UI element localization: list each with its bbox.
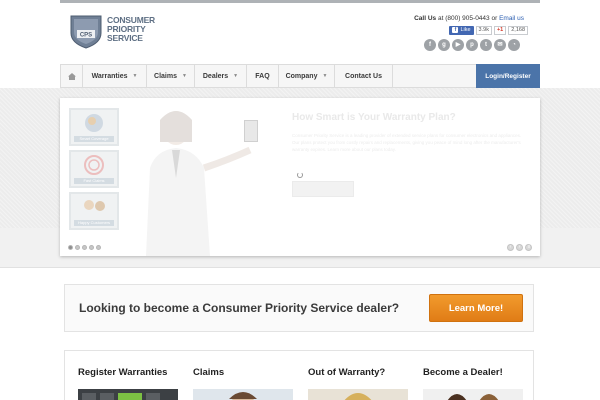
nav-label-contact-us: Contact Us [345, 72, 382, 80]
next-arrow-icon[interactable]: › [516, 244, 523, 251]
rss-icon[interactable]: ◔ [508, 39, 520, 51]
facebook-like-button[interactable]: f Like [449, 25, 474, 35]
globe-icon [85, 114, 103, 132]
chevron-down-icon: ▼ [132, 73, 138, 79]
nav-label-company: Company [285, 72, 318, 80]
email-icon[interactable]: ✉ [494, 39, 506, 51]
slider-thumbnail-1[interactable]: Smart Coverage [69, 108, 119, 146]
dealers-image [423, 389, 523, 400]
woman-presenting-image [146, 111, 252, 256]
google-plus-count: 2,168 [508, 25, 528, 35]
call-at-text: at [437, 15, 444, 22]
contact-info: Call Us at (800) 905-0443 or Email us [414, 15, 524, 22]
youtube-icon[interactable]: ▶ [452, 39, 464, 51]
site-header: CPS Consumer Priority Service Call Us at… [60, 3, 540, 63]
shield-logo-icon: CPS [70, 15, 102, 49]
slider-arrows: ‹ › ॥ [507, 244, 532, 251]
facebook-like-label: Like [460, 26, 471, 33]
thumbnail-caption-3: Happy Customers [74, 220, 114, 226]
facebook-icon[interactable]: f [424, 39, 436, 51]
nav-home-button[interactable] [61, 65, 83, 87]
slider-dot-2[interactable] [75, 245, 80, 250]
nav-item-contact-us[interactable]: Contact Us [335, 65, 393, 87]
facebook-like-count: 3.9k [475, 25, 492, 35]
slider-pagination [68, 245, 101, 250]
slide-body-text: Consumer Priority Service is a leading p… [292, 133, 522, 152]
nav-label-faq: FAQ [255, 72, 270, 80]
twitter-icon[interactable]: t [480, 39, 492, 51]
thumbnail-caption-2: Fast Claims [74, 178, 114, 184]
dealer-cta-text: Looking to become a Consumer Priority Se… [79, 301, 400, 315]
social-icons: f g ▶ p t ✉ ◔ [424, 39, 520, 51]
phone-number[interactable]: (800) 905-0443 [445, 15, 489, 22]
slider-dot-1[interactable] [68, 245, 73, 250]
product-device-image [244, 120, 258, 142]
chevron-down-icon: ▼ [233, 73, 239, 79]
nav-item-faq[interactable]: FAQ [247, 65, 279, 87]
previous-arrow-icon[interactable]: ‹ [507, 244, 514, 251]
main-navigation: Warranties ▼ Claims ▼ Dealers ▼ FAQ Company… [60, 64, 540, 88]
support-agent-image [193, 389, 293, 400]
slider-thumbnail-2[interactable]: Fast Claims [69, 150, 119, 188]
pause-icon[interactable]: ॥ [525, 244, 532, 251]
social-share-row: f Like 3.9k +1 2,168 [449, 25, 528, 35]
keyboard-image [78, 389, 178, 400]
thumbnail-caption-1: Smart Coverage [74, 136, 114, 142]
nav-label-dealers: Dealers [202, 72, 229, 80]
google-plus-one-button[interactable]: +1 [493, 25, 507, 35]
or-text: or [491, 15, 498, 22]
feature-title-claims[interactable]: Claims [193, 367, 224, 378]
nav-item-warranties[interactable]: Warranties ▼ [83, 65, 147, 87]
home-icon [67, 72, 76, 80]
hero-slider: Smart Coverage Fast Claims Happy Custome… [60, 98, 540, 256]
nav-item-company[interactable]: Company ▼ [279, 65, 335, 87]
woman-portrait-image [308, 389, 408, 400]
feature-title-out-of-warranty[interactable]: Out of Warranty? [308, 367, 385, 378]
pinterest-icon[interactable]: p [466, 39, 478, 51]
site-logo[interactable]: CPS Consumer Priority Service [69, 13, 199, 53]
logo-badge-text: CPS [80, 33, 92, 39]
nav-item-claims[interactable]: Claims ▼ [147, 65, 195, 87]
slide-title: How Smart is Your Warranty Plan? [292, 112, 456, 123]
loading-spinner-icon [297, 172, 303, 178]
call-us-label: Call Us [414, 15, 437, 22]
logo-wordmark: Consumer Priority Service [107, 16, 155, 43]
nav-label-claims: Claims [154, 72, 177, 80]
touch-icon [84, 155, 104, 175]
slider-thumbnail-3[interactable]: Happy Customers [69, 192, 119, 230]
login-register-button[interactable]: Login/Register [476, 64, 540, 88]
nav-item-dealers[interactable]: Dealers ▼ [195, 65, 247, 87]
features-panel: Register Warranties Claims Out of Warran… [64, 350, 534, 400]
feature-title-become-dealer[interactable]: Become a Dealer! [423, 367, 503, 378]
nav-label-warranties: Warranties [91, 72, 128, 80]
google-plus-icon[interactable]: g [438, 39, 450, 51]
chevron-down-icon: ▼ [182, 73, 187, 79]
learn-more-button[interactable]: Learn More! [429, 294, 523, 322]
feature-title-register-warranties[interactable]: Register Warranties [78, 367, 167, 378]
people-icon [84, 200, 105, 211]
dealer-cta-box: Looking to become a Consumer Priority Se… [64, 284, 534, 332]
slider-dot-3[interactable] [82, 245, 87, 250]
slider-dot-5[interactable] [96, 245, 101, 250]
email-us-link[interactable]: Email us [499, 15, 524, 22]
facebook-icon: f [452, 27, 459, 33]
logo-line-3: Service [107, 33, 143, 43]
chevron-down-icon: ▼ [322, 73, 328, 79]
slider-dot-4[interactable] [89, 245, 94, 250]
slide-cta-button[interactable] [292, 181, 354, 197]
